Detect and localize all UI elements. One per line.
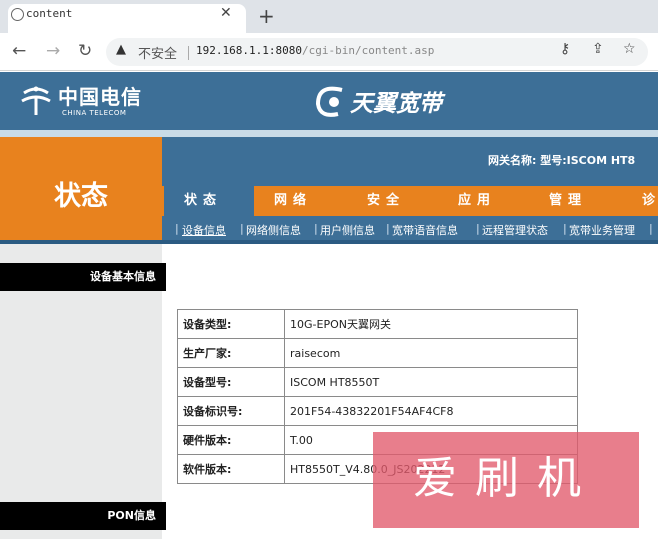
watermark: 爱刷机 [373,432,639,528]
table-row: 设备标识号: 201F54-43832201F54AF4CF8 [177,396,578,426]
watermark-text: 爱刷机 [413,453,599,504]
telecom-swirl-icon [21,86,51,115]
sidebar-item-pon-info[interactable]: PON信息 [0,502,166,530]
hardware-version-label: 硬件版本: [177,425,285,455]
url-host: 192.168.1.1:8080 [196,44,302,57]
subnav-separator: | [649,222,653,235]
device-type-value: 10G-EPON天翼网关 [284,309,578,339]
manufacturer-value: raisecom [284,338,578,368]
device-id-value: 201F54-43832201F54AF4CF8 [284,396,578,426]
security-status[interactable]: 不安全 [138,43,177,62]
warning-icon[interactable]: ▲ [116,42,126,57]
subtab-voice-info[interactable]: 宽带语音信息 [392,222,458,238]
device-id-label: 设备标识号: [177,396,285,426]
logo-english-text: CHINA TELECOM [62,109,127,117]
subnav-separator: | [314,222,318,235]
subtab-network-side-info[interactable]: 网络侧信息 [246,222,301,238]
url-path: /cgi-bin/content.asp [301,44,435,57]
subnav-separator: | [563,222,567,235]
globe-icon [11,8,24,21]
table-row: 设备型号: ISCOM HT8550T [177,367,578,397]
tab-management[interactable]: 管理 [549,186,587,216]
back-icon[interactable]: ← [12,41,26,61]
subtab-remote-management[interactable]: 远程管理状态 [482,222,548,238]
status-title: 状态 [54,181,108,212]
tab-applications[interactable]: 应用 [458,186,496,216]
brand-text: 天翼宽带 [350,91,442,117]
sidebar-item-device-basic-info[interactable]: 设备基本信息 [0,263,166,291]
tab-network[interactable]: 网络 [274,186,312,216]
subnav-separator: | [476,222,480,235]
device-type-label: 设备类型: [177,309,285,339]
china-telecom-logo: 中国电信 CHINA TELECOM [18,79,148,125]
close-icon[interactable]: ✕ [220,5,232,21]
header-divider [0,130,658,137]
url-text[interactable]: 192.168.1.1:8080/cgi-bin/content.asp [196,44,434,57]
tab-diagnostics[interactable]: 诊 [642,186,658,216]
subnav-separator: | [240,222,244,235]
subtab-service-management[interactable]: 宽带业务管理 [569,222,635,238]
table-row: 设备类型: 10G-EPON天翼网关 [177,309,578,339]
device-model-label: 设备型号: [177,367,285,397]
subnav-separator: | [386,222,390,235]
share-icon[interactable]: ⇪ [592,41,604,57]
software-version-label: 软件版本: [177,454,285,484]
tianyi-broadband-logo: 天翼宽带 [312,80,482,122]
key-icon[interactable]: ⚷ [560,41,570,57]
bookmark-star-icon[interactable]: ☆ [623,41,636,57]
forward-icon[interactable]: → [46,41,60,61]
reload-icon[interactable]: ↻ [78,41,92,61]
subnav-separator: | [175,222,179,235]
tab-status[interactable]: 状态 [164,186,254,216]
subtab-device-info[interactable]: 设备信息 [182,222,226,238]
tab-security[interactable]: 安全 [367,186,405,216]
new-tab-icon[interactable]: + [258,4,275,28]
logo-chinese-text: 中国电信 [58,85,142,109]
browser-tab-title: content [26,7,73,20]
table-row: 生产厂家: raisecom [177,338,578,368]
device-model-value: ISCOM HT8550T [284,367,578,397]
omnibox-divider [188,46,189,60]
status-section-block: 状态 [0,137,162,244]
subtab-user-side-info[interactable]: 用户侧信息 [320,222,375,238]
tianyi-swirl-icon [315,86,343,117]
manufacturer-label: 生产厂家: [177,338,285,368]
gateway-info: 网关名称: 型号:ISCOM HT8 [488,154,636,167]
